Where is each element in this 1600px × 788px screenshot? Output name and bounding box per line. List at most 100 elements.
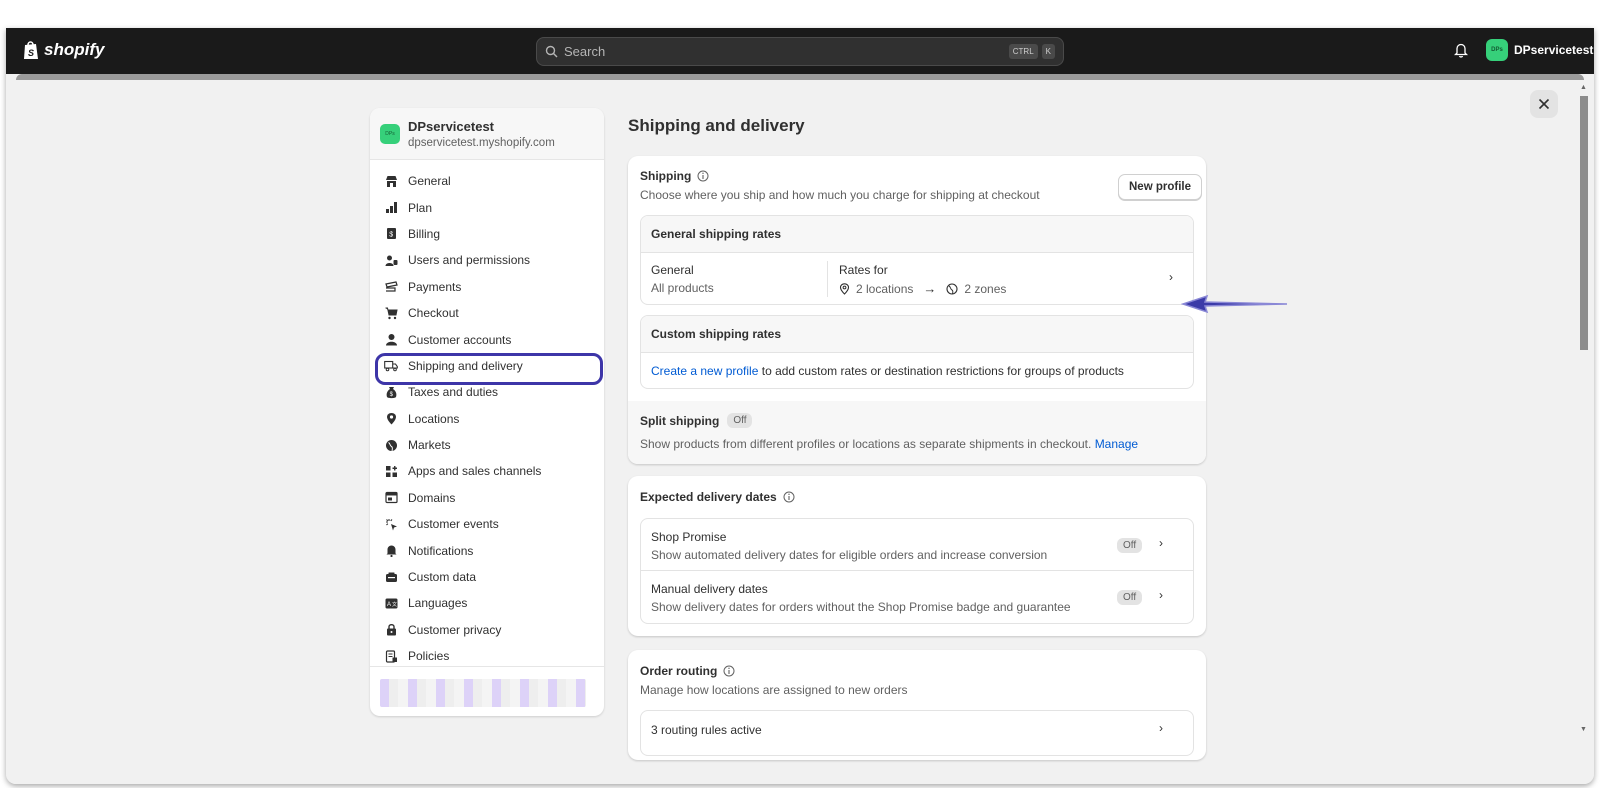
notifications-bell-icon[interactable] xyxy=(1453,42,1469,63)
routing-rules-row[interactable]: 3 routing rules active › xyxy=(640,710,1194,756)
sidebar-item-billing[interactable]: $ Billing xyxy=(370,221,604,247)
sidebar-item-notifications[interactable]: Notifications xyxy=(370,537,604,563)
sidebar-item-label: Custom data xyxy=(408,570,477,585)
general-profile-row[interactable]: General All products Rates for 2 locatio… xyxy=(641,253,1193,304)
scrollbar[interactable]: ▲ ▼ xyxy=(1576,80,1592,736)
logo-text: shopify xyxy=(44,40,105,59)
sidebar-item-payments[interactable]: Payments xyxy=(370,274,604,300)
chevron-right-icon[interactable]: › xyxy=(1169,270,1173,284)
cursor-icon xyxy=(384,517,398,531)
split-shipping-description: Show products from different profiles or… xyxy=(640,437,1092,451)
general-shipping-rates-header: General shipping rates xyxy=(641,216,1193,253)
apps-icon xyxy=(384,464,398,478)
info-icon[interactable] xyxy=(723,665,735,677)
sidebar-item-custom-data[interactable]: Custom data xyxy=(370,564,604,590)
scroll-thumb[interactable] xyxy=(1580,96,1588,350)
globe-icon xyxy=(384,438,398,452)
sidebar-item-domains[interactable]: Domains xyxy=(370,485,604,511)
sidebar-item-label: Users and permissions xyxy=(408,253,531,268)
shop-promise-title: Shop Promise xyxy=(651,530,727,544)
sidebar-item-label: Domains xyxy=(408,490,456,505)
settings-sidebar: DPs DPservicetest dpservicetest.myshopif… xyxy=(370,108,604,716)
sidebar-item-label: Customer events xyxy=(408,517,499,532)
sidebar-item-customer-accounts[interactable]: Customer accounts xyxy=(370,326,604,352)
delivery-dates-card: Expected delivery dates Shop Promise Sho… xyxy=(628,476,1206,636)
search-input[interactable]: Search CTRL K xyxy=(536,37,1064,66)
sidebar-item-label: Checkout xyxy=(408,306,459,321)
store-header[interactable]: DPs DPservicetest dpservicetest.myshopif… xyxy=(370,108,604,160)
create-new-profile-link[interactable]: Create a new profile xyxy=(651,364,758,378)
sidebar-item-plan[interactable]: Plan xyxy=(370,194,604,220)
shipping-card-title: Shipping xyxy=(640,169,1040,183)
split-shipping-section: Split shipping Off Show products from di… xyxy=(628,401,1206,464)
info-icon[interactable] xyxy=(783,491,795,503)
sidebar-item-apps-and-sales-channels[interactable]: Apps and sales channels xyxy=(370,458,604,484)
sidebar-item-label: Policies xyxy=(408,649,450,664)
rates-for-label: Rates for xyxy=(839,263,888,277)
locations-count: 2 locations xyxy=(856,281,914,296)
domain-icon xyxy=(384,491,398,505)
sidebar-item-shipping-and-delivery[interactable]: Shipping and delivery xyxy=(370,352,604,386)
arrow-right-icon: → xyxy=(923,281,937,296)
manage-link[interactable]: Manage xyxy=(1095,437,1138,451)
chevron-right-icon[interactable]: › xyxy=(1159,588,1163,602)
svg-text:文: 文 xyxy=(392,601,397,608)
sidebar-item-taxes-and-duties[interactable]: $ Taxes and duties xyxy=(370,379,604,405)
manual-dates-description: Show delivery dates for orders without t… xyxy=(651,600,1071,614)
delivery-dates-title: Expected delivery dates xyxy=(640,490,777,504)
payments-icon xyxy=(384,280,398,294)
close-icon xyxy=(1538,98,1550,110)
shopify-logo[interactable]: S shopify xyxy=(22,40,104,60)
info-icon[interactable] xyxy=(697,170,709,182)
globe-icon xyxy=(946,282,958,295)
sidebar-item-label: General xyxy=(408,174,451,189)
top-bar: S shopify Search CTRL K DPs DPservicetes… xyxy=(6,28,1594,74)
svg-text:S: S xyxy=(28,48,34,58)
list-item-shop-promise[interactable]: Shop Promise Show automated delivery dat… xyxy=(641,519,1193,571)
general-shipping-rates-box: General shipping rates General All produ… xyxy=(640,215,1194,305)
avatar: DPs xyxy=(1486,39,1508,61)
scroll-down-arrow-icon[interactable]: ▼ xyxy=(1580,726,1587,733)
sidebar-item-label: Notifications xyxy=(408,543,474,558)
close-button[interactable] xyxy=(1530,90,1558,118)
custom-shipping-rates-box: Custom shipping rates Create a new profi… xyxy=(640,315,1194,389)
tax-icon: $ xyxy=(384,385,398,399)
sidebar-item-languages[interactable]: A 文 Languages xyxy=(370,590,604,616)
status-badge: Off xyxy=(1117,590,1143,605)
custom-rates-text: to add custom rates or destination restr… xyxy=(761,364,1124,378)
sidebar-item-customer-privacy[interactable]: Customer privacy xyxy=(370,617,604,643)
sidebar-item-label: Apps and sales channels xyxy=(408,464,542,479)
delivery-dates-card-title: Expected delivery dates xyxy=(640,490,795,504)
search-placeholder: Search xyxy=(564,44,606,59)
app-window: S shopify Search CTRL K DPs DPservicetes… xyxy=(6,28,1594,784)
sidebar-item-markets[interactable]: Markets xyxy=(370,432,604,458)
manual-dates-title: Manual delivery dates xyxy=(651,582,768,596)
list-item-manual-delivery-dates[interactable]: Manual delivery dates Show delivery date… xyxy=(641,571,1193,623)
svg-text:A: A xyxy=(387,602,391,608)
order-routing-card: Order routing Manage how locations are a… xyxy=(628,650,1206,760)
sidebar-item-label: Customer accounts xyxy=(408,332,512,347)
sidebar-item-general[interactable]: General xyxy=(370,168,604,194)
language-icon: A文 xyxy=(384,596,398,610)
cart-icon xyxy=(384,306,398,320)
order-routing-title: Order routing xyxy=(640,664,718,678)
store-avatar: DPs xyxy=(380,123,400,144)
chevron-right-icon[interactable]: › xyxy=(1159,721,1163,735)
settings-nav: General Plan $ Billing Users and permissions… xyxy=(370,160,604,669)
order-routing-card-title: Order routing xyxy=(640,664,908,678)
store-url: dpservicetest.myshopify.com xyxy=(408,136,555,149)
search-icon xyxy=(545,45,558,58)
sidebar-item-label: Billing xyxy=(408,226,441,241)
new-profile-button[interactable]: New profile xyxy=(1118,174,1202,200)
sidebar-item-checkout[interactable]: Checkout xyxy=(370,300,604,326)
general-profile-name: General xyxy=(651,263,694,277)
store-icon xyxy=(384,174,398,188)
sidebar-item-users-and-permissions[interactable]: Users and permissions xyxy=(370,247,604,273)
store-menu-button[interactable]: DPs DPservicetest xyxy=(1486,39,1593,61)
store-menu-label: DPservicetest xyxy=(1514,43,1594,57)
scroll-up-arrow-icon[interactable]: ▲ xyxy=(1580,84,1587,91)
sidebar-item-customer-events[interactable]: Customer events xyxy=(370,511,604,537)
chevron-right-icon[interactable]: › xyxy=(1159,536,1163,550)
shortcut-key-ctrl: CTRL xyxy=(1008,44,1038,59)
sidebar-item-locations[interactable]: Locations xyxy=(370,406,604,432)
